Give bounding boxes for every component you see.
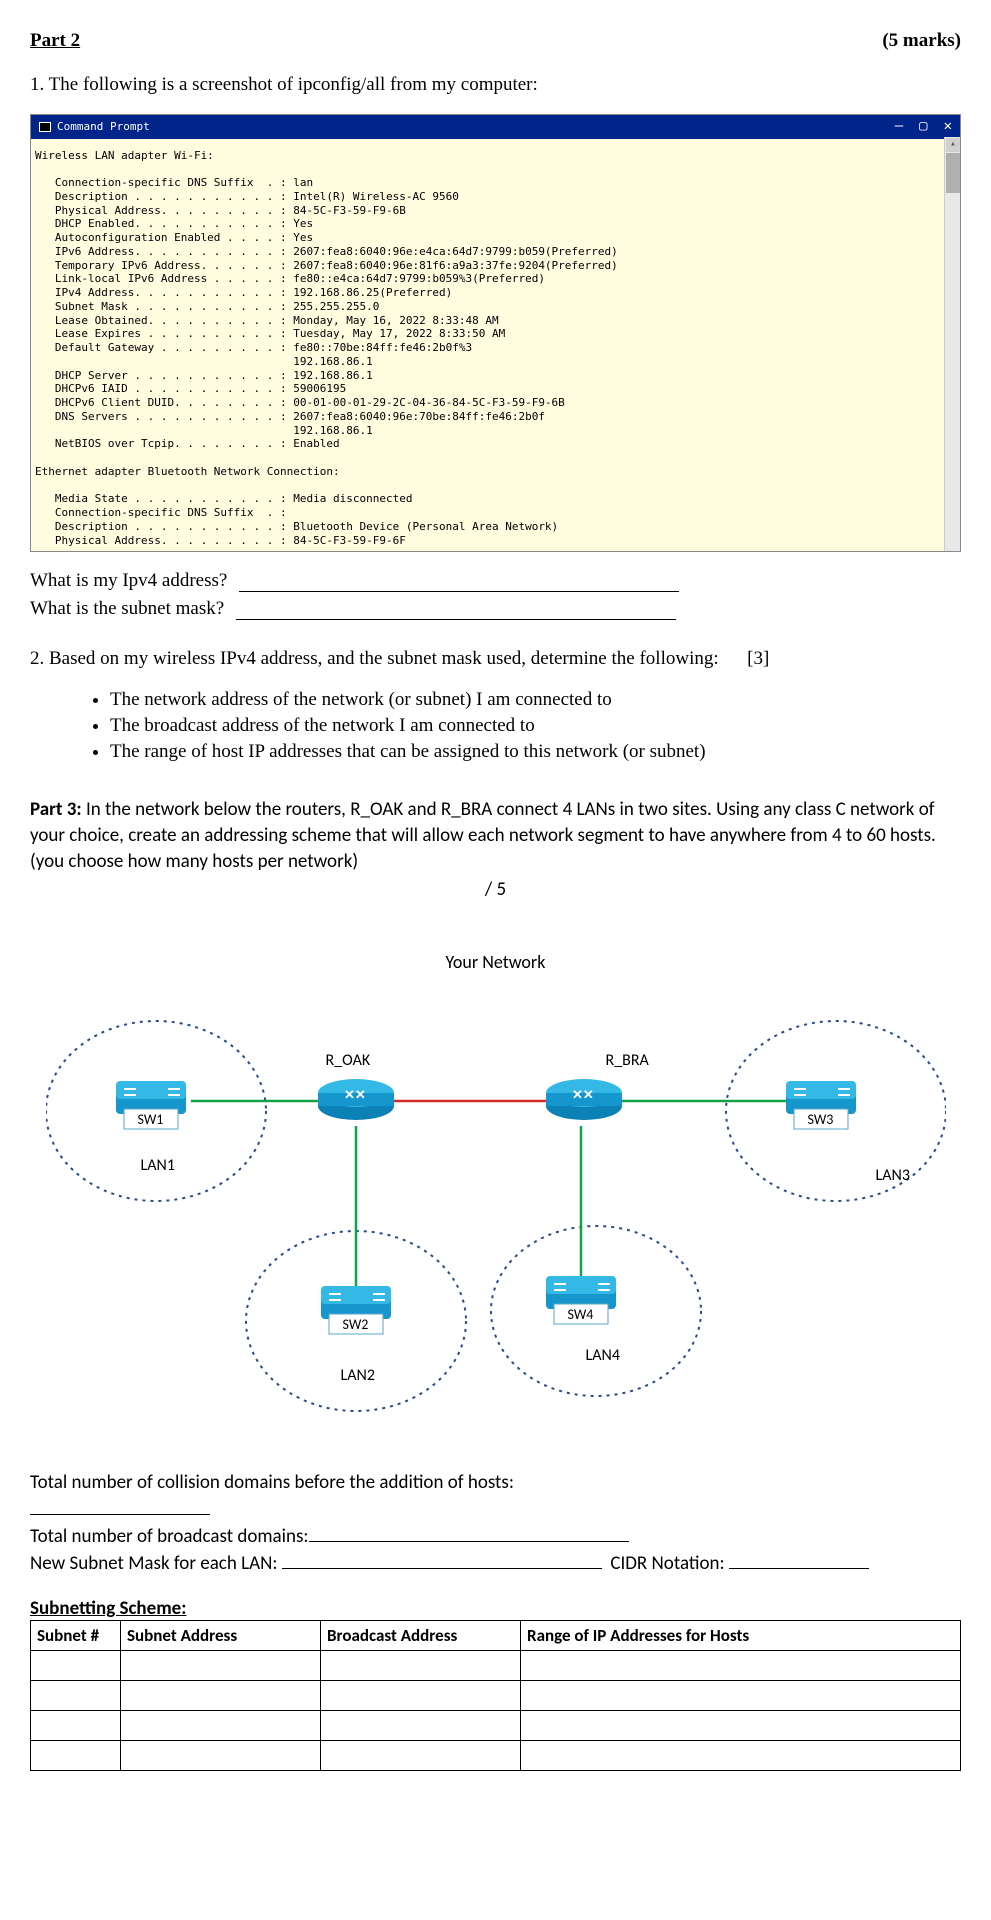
q1-intro: 1. The following is a screenshot of ipco… bbox=[30, 74, 961, 96]
cmd-icon bbox=[39, 122, 51, 132]
q2-intro: 2. Based on my wireless IPv4 address, an… bbox=[30, 648, 961, 670]
q2-points: [3] bbox=[747, 648, 769, 669]
label-sw1: SW1 bbox=[138, 1111, 164, 1128]
label-lan1: LAN1 bbox=[141, 1156, 175, 1175]
router-bra-icon: ✕✕ bbox=[546, 1079, 622, 1120]
minimize-icon[interactable]: — bbox=[895, 118, 903, 136]
q1a-blank[interactable] bbox=[239, 571, 679, 592]
th-subnet: Subnet # bbox=[31, 1621, 121, 1651]
svg-text:✕✕: ✕✕ bbox=[572, 1087, 594, 1102]
cidr-label: CIDR Notation: bbox=[610, 1552, 724, 1575]
part3-label: Part 3: bbox=[30, 798, 82, 821]
maximize-icon[interactable]: ▢ bbox=[919, 118, 927, 136]
close-icon[interactable]: ✕ bbox=[944, 118, 952, 136]
label-sw2: SW2 bbox=[343, 1316, 369, 1333]
q1a-row: What is my Ipv4 address? bbox=[30, 570, 961, 592]
part3-score: / 5 bbox=[30, 878, 961, 901]
label-roak: R_OAK bbox=[326, 1051, 371, 1070]
q2-b3: The range of host IP addresses that can … bbox=[110, 741, 961, 763]
network-diagram: ✕✕ ✕✕ bbox=[46, 931, 946, 1441]
table-row bbox=[31, 1651, 961, 1681]
table-row bbox=[31, 1711, 961, 1741]
q1a-label: What is my Ipv4 address? bbox=[30, 570, 227, 592]
window-titlebar: Command Prompt — ▢ ✕ bbox=[31, 115, 960, 139]
router-oak-icon: ✕✕ bbox=[318, 1079, 394, 1120]
th-range: Range of IP Addresses for Hosts bbox=[521, 1621, 961, 1651]
scheme-title: Subnetting Scheme: bbox=[30, 1597, 961, 1620]
label-lan2: LAN2 bbox=[341, 1366, 375, 1385]
part3-questions: Total number of collision domains before… bbox=[30, 1471, 961, 1575]
q2-bullets: The network address of the network (or s… bbox=[70, 689, 961, 763]
table-row bbox=[31, 1741, 961, 1771]
marks-label: (5 marks) bbox=[882, 30, 961, 52]
scroll-up-icon[interactable]: ▴ bbox=[946, 138, 960, 152]
part-label: Part 2 bbox=[30, 30, 80, 52]
q1b-blank[interactable] bbox=[236, 599, 676, 620]
diagram-title: Your Network bbox=[446, 951, 546, 973]
label-rbra: R_BRA bbox=[606, 1051, 649, 1070]
q1b-label: What is the subnet mask? bbox=[30, 598, 224, 620]
mask-label: New Subnet Mask for each LAN: bbox=[30, 1552, 277, 1575]
label-sw4: SW4 bbox=[568, 1306, 594, 1323]
mask-blank[interactable] bbox=[282, 1568, 602, 1569]
table-row bbox=[31, 1681, 961, 1711]
coll-blank[interactable] bbox=[30, 1514, 210, 1515]
q1b-row: What is the subnet mask? bbox=[30, 598, 961, 620]
scroll-thumb[interactable] bbox=[946, 153, 960, 193]
q2-b2: The broadcast address of the network I a… bbox=[110, 715, 961, 737]
svg-text:✕✕: ✕✕ bbox=[344, 1087, 366, 1102]
scrollbar[interactable]: ▴ bbox=[944, 137, 960, 551]
command-prompt-window: Command Prompt — ▢ ✕ Wireless LAN adapte… bbox=[30, 114, 961, 552]
q2-b1: The network address of the network (or s… bbox=[110, 689, 961, 711]
cidr-blank[interactable] bbox=[729, 1568, 869, 1569]
bcast-blank[interactable] bbox=[309, 1541, 629, 1542]
terminal-output: Wireless LAN adapter Wi-Fi: Connection-s… bbox=[31, 139, 960, 552]
part3-intro: Part 3: In the network below the routers… bbox=[30, 797, 961, 874]
label-lan4: LAN4 bbox=[586, 1346, 620, 1365]
th-bcast: Broadcast Address bbox=[321, 1621, 521, 1651]
th-addr: Subnet Address bbox=[121, 1621, 321, 1651]
window-title: Command Prompt bbox=[57, 120, 150, 134]
coll-label: Total number of collision domains before… bbox=[30, 1471, 514, 1494]
bcast-label: Total number of broadcast domains: bbox=[30, 1525, 309, 1548]
part2-header: Part 2 (5 marks) bbox=[30, 30, 961, 52]
label-lan3: LAN3 bbox=[876, 1166, 910, 1185]
label-sw3: SW3 bbox=[808, 1111, 834, 1128]
subnet-table: Subnet # Subnet Address Broadcast Addres… bbox=[30, 1620, 961, 1771]
